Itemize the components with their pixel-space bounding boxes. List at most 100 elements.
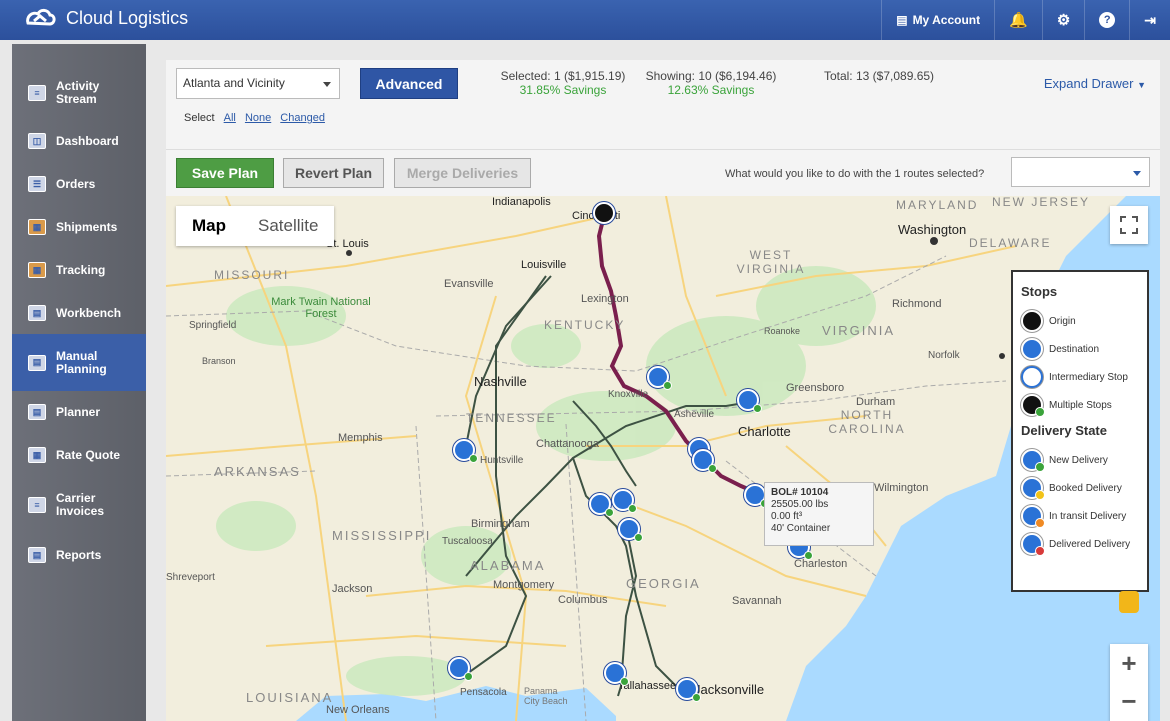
caret-down-icon: ▼ — [1137, 80, 1146, 90]
intermediary-flag-icon — [1021, 366, 1043, 388]
map-label-state: GEORGIA — [626, 576, 701, 591]
map-label-state: DELAWARE — [969, 236, 1052, 250]
sidebar-item-label: Workbench — [56, 305, 122, 320]
selected-line: Selected: 1 ($1,915.19) — [493, 69, 633, 83]
route-action-select[interactable] — [1011, 157, 1150, 187]
map-label-city: Branson — [202, 356, 236, 366]
sidebar-item-manual-planning[interactable]: ▤ Manual Planning — [12, 334, 146, 391]
map-label-state: TENNESSEE — [466, 411, 557, 425]
app-title: Cloud Logistics — [66, 7, 189, 28]
origin-pin[interactable] — [593, 202, 615, 224]
total-stat: Total: 13 ($7,089.65) — [818, 69, 940, 83]
delivery-pin[interactable] — [589, 493, 614, 517]
delivery-pin[interactable] — [448, 657, 473, 681]
legend-label: Multiple Stops — [1049, 399, 1112, 411]
fullscreen-button[interactable] — [1110, 206, 1148, 244]
region-select[interactable]: Atlanta and Vicinity — [176, 68, 340, 99]
expand-drawer-button[interactable]: Expand Drawer ▼ — [1044, 76, 1146, 91]
sidebar-item-reports[interactable]: ▤ Reports — [12, 534, 146, 576]
settings-button[interactable]: ⚙ — [1041, 0, 1084, 40]
legend-item: In transit Delivery — [1021, 502, 1139, 530]
map-tab[interactable]: Map — [176, 206, 242, 246]
sidebar-item-activity-stream[interactable]: ≡ Activity Stream — [12, 72, 146, 114]
street-view-pegman-icon[interactable] — [1119, 591, 1139, 613]
map-label-city: Chattanooga — [536, 438, 599, 450]
sidebar-item-carrier-invoices[interactable]: ≡ Carrier Invoices — [12, 484, 146, 526]
sidebar-item-workbench[interactable]: ▤ Workbench — [12, 292, 146, 334]
showing-savings: 12.63% Savings — [667, 83, 755, 97]
delivery-pin[interactable] — [612, 489, 637, 513]
sidebar-item-label: Carrier Invoices — [56, 491, 105, 518]
action-bar: Save Plan Revert Plan Merge Deliveries W… — [166, 150, 1160, 196]
sidebar-item-label: Planner — [56, 404, 101, 419]
delivery-pin[interactable] — [737, 389, 762, 413]
map-label-city: Wilmington — [874, 482, 929, 494]
sidebar-item-orders[interactable]: ☰ Orders — [12, 163, 146, 205]
map-label-city: Jackson — [332, 583, 373, 595]
sidebar: ≡ Activity Stream ◫ Dashboard ☰ Orders ▦ Shi… — [12, 44, 146, 721]
advanced-button[interactable]: Advanced — [360, 68, 458, 99]
my-account-label: My Account — [912, 13, 981, 27]
legend-item: Intermediary Stop — [1021, 363, 1139, 391]
map-label-city: Pensacola — [460, 687, 507, 698]
select-none-link[interactable]: None — [245, 112, 271, 124]
in-transit-delivery-icon — [1021, 505, 1045, 528]
select-changed-link[interactable]: Changed — [280, 112, 325, 124]
brand[interactable]: Cloud Logistics — [24, 7, 188, 29]
map-label-city: Richmond — [892, 298, 942, 310]
satellite-tab[interactable]: Satellite — [242, 206, 334, 246]
top-right-nav: ▤ My Account 🔔 ⚙ ? ⇥ — [881, 0, 1170, 40]
map-label-city: Montgomery — [493, 579, 555, 591]
destination-flag-icon — [1021, 338, 1043, 360]
map-legend: Stops Origin Destination Intermediary St… — [1011, 270, 1149, 592]
map-label-state: MISSISSIPPI — [332, 528, 432, 543]
showing-value: 10 ($6,194.46) — [698, 69, 777, 83]
zoom-in-button[interactable]: + — [1110, 644, 1148, 682]
revert-plan-button[interactable]: Revert Plan — [283, 158, 384, 188]
legend-label: In transit Delivery — [1049, 510, 1127, 522]
help-button[interactable]: ? — [1084, 0, 1129, 40]
sidebar-item-tracking[interactable]: ▦ Tracking — [12, 249, 146, 291]
merge-deliveries-button[interactable]: Merge Deliveries — [394, 158, 531, 188]
delivery-pin[interactable] — [604, 662, 629, 686]
sidebar-item-dashboard[interactable]: ◫ Dashboard — [12, 120, 146, 162]
map-label-city: Louisville — [521, 259, 567, 271]
map-label-city: Columbus — [558, 594, 608, 606]
carrier-invoices-icon: ≡ — [28, 497, 46, 513]
map-label-city: Evansville — [444, 278, 494, 290]
delivery-pin[interactable] — [453, 439, 478, 463]
delivery-pin[interactable] — [647, 366, 672, 390]
map-label-park: Mark Twain National Forest — [271, 296, 371, 320]
delivery-pin[interactable] — [744, 484, 769, 508]
sidebar-item-label: Rate Quote — [56, 447, 121, 462]
map-canvas[interactable]: MISSOURI Indianapolis Cincinnati St. Lou… — [166, 196, 1160, 721]
map-label-state: ALABAMA — [470, 558, 546, 573]
delivery-pin[interactable] — [618, 518, 643, 542]
tooltip-bol: BOL# 10104 — [771, 487, 829, 498]
sidebar-item-label: Manual Planning — [56, 348, 107, 376]
sidebar-item-label: Activity Stream — [56, 79, 100, 106]
expand-drawer-label: Expand Drawer — [1043, 76, 1134, 91]
notifications-button[interactable]: 🔔 — [994, 0, 1042, 40]
delivery-pin[interactable] — [692, 449, 717, 473]
sidebar-item-planner[interactable]: ▤ Planner — [12, 391, 146, 433]
sidebar-item-label: Reports — [56, 547, 102, 562]
sidebar-item-label: Orders — [56, 176, 96, 191]
sidebar-item-shipments[interactable]: ▦ Shipments — [12, 206, 146, 248]
select-all-link[interactable]: All — [224, 112, 236, 124]
save-plan-button[interactable]: Save Plan — [176, 158, 274, 188]
rate-quote-icon: ▦ — [28, 447, 46, 463]
my-account-link[interactable]: ▤ My Account — [881, 0, 994, 40]
map-label-state: MARYLAND — [896, 198, 979, 212]
zoom-out-button[interactable]: − — [1110, 682, 1148, 720]
delivery-pin[interactable] — [676, 678, 701, 702]
delivery-tooltip: BOL# 10104 25505.00 lbs 0.00 ft³ 40' Con… — [764, 482, 874, 546]
sidebar-item-rate-quote[interactable]: ▦ Rate Quote — [12, 434, 146, 476]
legend-label: Delivered Delivery — [1049, 538, 1131, 550]
help-icon: ? — [1099, 12, 1116, 28]
legend-item: Booked Delivery — [1021, 474, 1139, 502]
delivered-delivery-icon — [1021, 533, 1045, 556]
legend-label: Origin — [1049, 315, 1076, 327]
legend-stops-title: Stops — [1021, 284, 1058, 299]
logout-button[interactable]: ⇥ — [1129, 0, 1170, 40]
